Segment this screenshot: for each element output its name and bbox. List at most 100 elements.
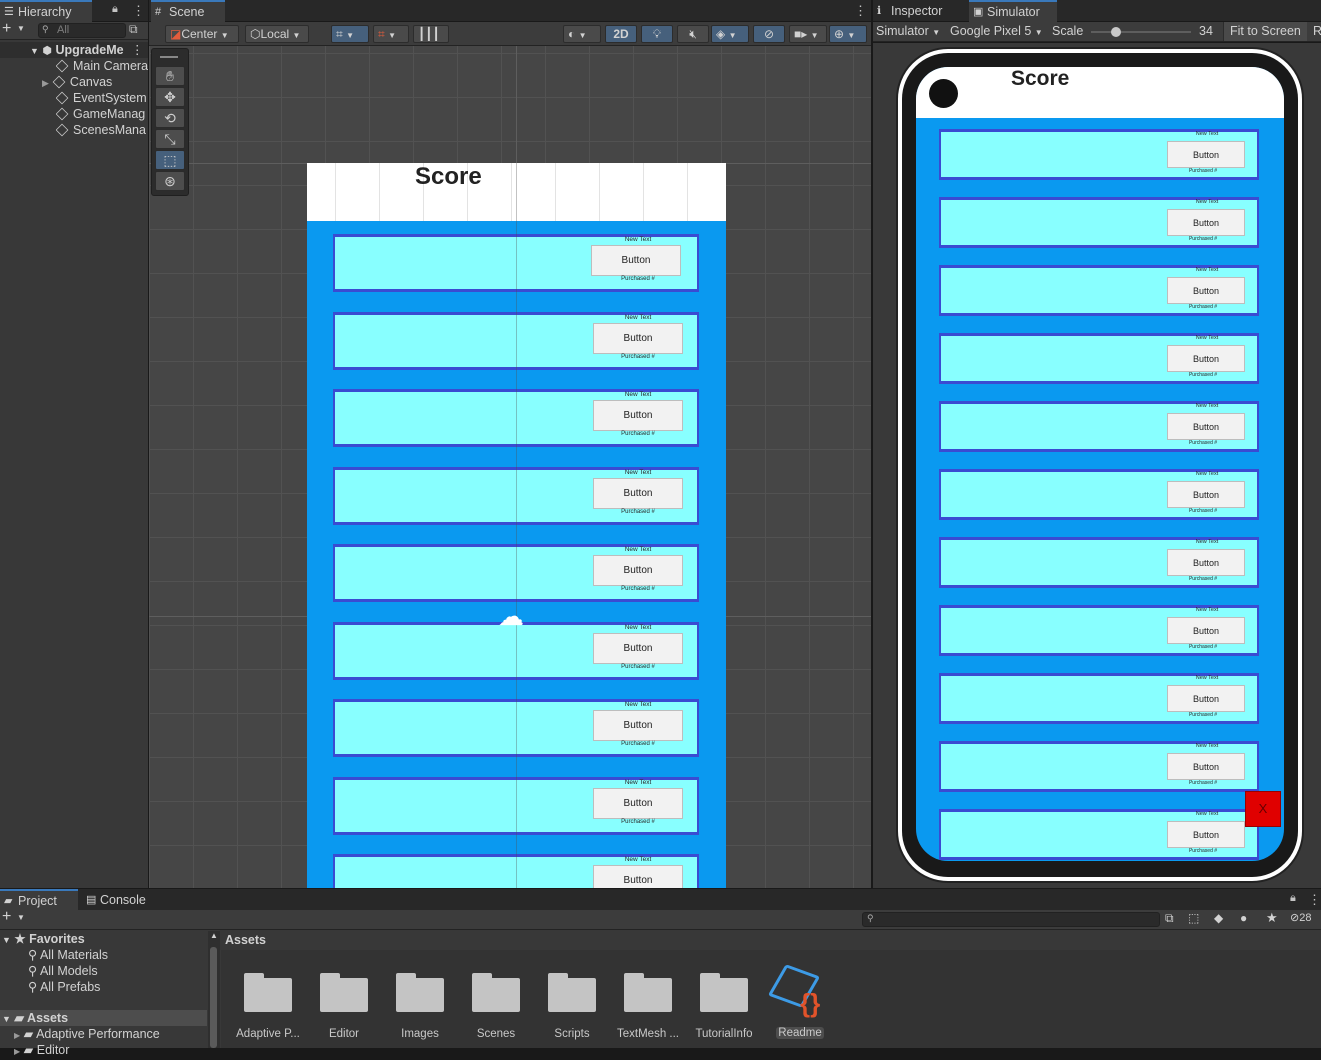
row-buy-button[interactable]: Button (1167, 141, 1245, 168)
project-search-input[interactable]: ⚲ (862, 912, 1160, 927)
pivot-dropdown[interactable]: ◪Center ▼ (165, 25, 239, 43)
phone-score-header (916, 67, 1284, 118)
scene-filter-icon[interactable]: ⧉ (129, 22, 138, 37)
favorites-header[interactable]: ▼ ★ Favorites (2, 931, 85, 947)
tab-scene[interactable]: # Scene (151, 0, 225, 22)
lock-icon[interactable]: 🔒︎ (112, 3, 118, 16)
move-tool-button[interactable]: ✥ (155, 87, 185, 107)
more-icon[interactable]: ⋮ (1308, 892, 1321, 908)
expand-arrow-icon[interactable]: ▶ (14, 1047, 20, 1056)
row-buy-button[interactable]: Button (593, 322, 683, 354)
hierarchy-item-scenesmanager[interactable]: ScenesMana (56, 122, 148, 138)
mode-dropdown[interactable]: Simulator ▼ (876, 22, 940, 42)
ruler-snap-button[interactable]: ┃┃┃ (413, 25, 449, 43)
gizmos-button[interactable]: ⊕ ▼ (829, 25, 867, 43)
add-icon[interactable]: + (2, 908, 11, 926)
close-button[interactable]: X (1245, 791, 1281, 827)
dropdown-arrow-icon[interactable]: ▼ (17, 24, 25, 33)
row-buy-button[interactable]: Button (593, 400, 683, 431)
row-buy-button[interactable]: Button (593, 787, 683, 819)
scale-slider-thumb[interactable] (1111, 27, 1121, 37)
effects-button[interactable]: ◈ ▼ (711, 25, 749, 43)
row-buy-button[interactable]: Button (1167, 277, 1245, 304)
row-buy-button[interactable]: Button (1167, 345, 1245, 372)
hierarchy-item-canvas[interactable]: ▶ Canvas (42, 74, 148, 90)
audio-button[interactable]: 🔇︎ (677, 25, 709, 43)
row-buy-button[interactable]: Button (1167, 209, 1245, 236)
row-buy-button[interactable]: Button (593, 710, 683, 741)
row-buy-button[interactable]: Button (593, 632, 683, 664)
favorite-all-prefabs[interactable]: ⚲ All Prefabs (28, 979, 100, 995)
visibility-button[interactable]: ⊘ (753, 25, 785, 43)
rect-tool-button[interactable]: ⬚ (155, 150, 185, 170)
warning-icon[interactable]: ● (1240, 911, 1247, 925)
mode-2d-button[interactable]: 2D (605, 25, 637, 43)
hierarchy-item-main-camera[interactable]: Main Camera (56, 58, 148, 74)
row-buy-button[interactable]: Button (1167, 685, 1245, 712)
more-icon[interactable]: ⋮ (132, 3, 145, 19)
row-buy-button[interactable]: Button (593, 477, 683, 509)
expand-arrow-icon[interactable]: ▼ (2, 935, 11, 945)
fit-to-screen-button[interactable]: Fit to Screen (1223, 22, 1307, 41)
assets-root[interactable]: ▼ ▰ Assets (0, 1010, 207, 1026)
row-buy-button[interactable]: Button (1167, 481, 1245, 508)
rotate-button[interactable]: R (1313, 22, 1321, 41)
lighting-button[interactable]: 💡︎ (641, 25, 673, 43)
more-icon[interactable]: ⋮ (854, 3, 867, 19)
hidden-packages-icon[interactable]: ⊘28 (1290, 911, 1311, 924)
scale-slider[interactable] (1091, 27, 1191, 37)
row-buy-button[interactable]: Button (1167, 821, 1245, 848)
space-dropdown[interactable]: ⬡Local ▼ (245, 25, 309, 43)
phone-screen[interactable]: Score New Text Button Purchased # New Te… (916, 67, 1284, 861)
camera-button[interactable]: ■▸ ▼ (789, 25, 827, 43)
row-buy-button[interactable]: Button (591, 245, 681, 276)
rotate-tool-button[interactable]: ⟲ (155, 108, 185, 128)
tab-inspector[interactable]: ℹ Inspector (873, 0, 967, 22)
row-buy-button[interactable]: Button (1167, 753, 1245, 780)
row-buy-button[interactable]: Button (1167, 549, 1245, 576)
expand-arrow-icon[interactable]: ▶ (14, 1031, 20, 1040)
expand-arrow-icon[interactable]: ▶ (42, 78, 49, 88)
device-dropdown[interactable]: Google Pixel 5 ▼ (950, 22, 1043, 42)
star-icon[interactable]: ★ (1266, 910, 1278, 926)
scene-viewport[interactable]: Score New Text Button Purchased # New Te… (149, 46, 871, 888)
scene-root-row[interactable]: ▼ ⬢ UpgradeMe ⋮ (0, 42, 148, 58)
row-buy-button[interactable]: Button (1167, 617, 1245, 644)
tab-console[interactable]: ▤ Console (82, 889, 162, 911)
filter-type-icon[interactable]: ⬚ (1188, 911, 1199, 925)
row-buy-button[interactable]: Button (593, 555, 683, 586)
expand-arrow-icon[interactable]: ▼ (30, 46, 39, 56)
hand-tool-button[interactable]: ✋︎ (155, 66, 185, 86)
increment-snap-button[interactable]: ⌗ ▼ (373, 25, 409, 43)
more-icon[interactable]: ⋮ (131, 42, 144, 58)
breadcrumb[interactable]: Assets (225, 933, 266, 947)
search-mode-icon[interactable]: ⧉ (1165, 911, 1174, 926)
tab-hierarchy[interactable]: ☰ Hierarchy (0, 0, 92, 22)
scroll-up-icon[interactable]: ▲ (210, 931, 218, 940)
hierarchy-search-input[interactable]: ⚲ All (38, 23, 126, 38)
camera-gizmo-icon[interactable]: ☁︎ (498, 601, 524, 632)
label-icon[interactable]: ◆ (1214, 911, 1223, 925)
row-buy-button[interactable]: Button (593, 865, 683, 888)
dropdown-arrow-icon[interactable]: ▼ (17, 913, 25, 922)
add-icon[interactable]: + (2, 20, 11, 38)
row-buy-button[interactable]: Button (1167, 413, 1245, 440)
scene-canvas[interactable]: Score New Text Button Purchased # New Te… (307, 163, 726, 888)
hierarchy-item-gamemanager[interactable]: GameManag (56, 106, 148, 122)
hierarchy-item-eventsystem[interactable]: EventSystem (56, 90, 148, 106)
transform-tool-button[interactable]: ⊛ (155, 171, 185, 191)
readme-script-icon: {} (767, 964, 830, 1024)
tree-adaptive-performance[interactable]: ▶ ▰ Adaptive Performance (14, 1026, 160, 1042)
scale-tool-button[interactable]: ⤡ (155, 129, 185, 149)
favorite-all-materials[interactable]: ⚲ All Materials (28, 947, 108, 963)
draw-mode-button[interactable]: ◐ ▼ (563, 25, 601, 43)
scrollbar-thumb[interactable] (210, 947, 217, 1048)
lock-icon[interactable]: 🔒︎ (1290, 892, 1296, 905)
expand-arrow-icon[interactable]: ▼ (2, 1014, 11, 1024)
grid-snap-button[interactable]: ⌗ ▼ (331, 25, 369, 43)
tab-simulator[interactable]: ▣ Simulator (969, 0, 1057, 22)
favorite-all-models[interactable]: ⚲ All Models (28, 963, 98, 979)
tab-project[interactable]: ▰ Project (0, 889, 78, 911)
tree-editor[interactable]: ▶ ▰ Editor (14, 1042, 69, 1058)
sidebar-scrollbar[interactable]: ▲ (208, 931, 220, 1048)
